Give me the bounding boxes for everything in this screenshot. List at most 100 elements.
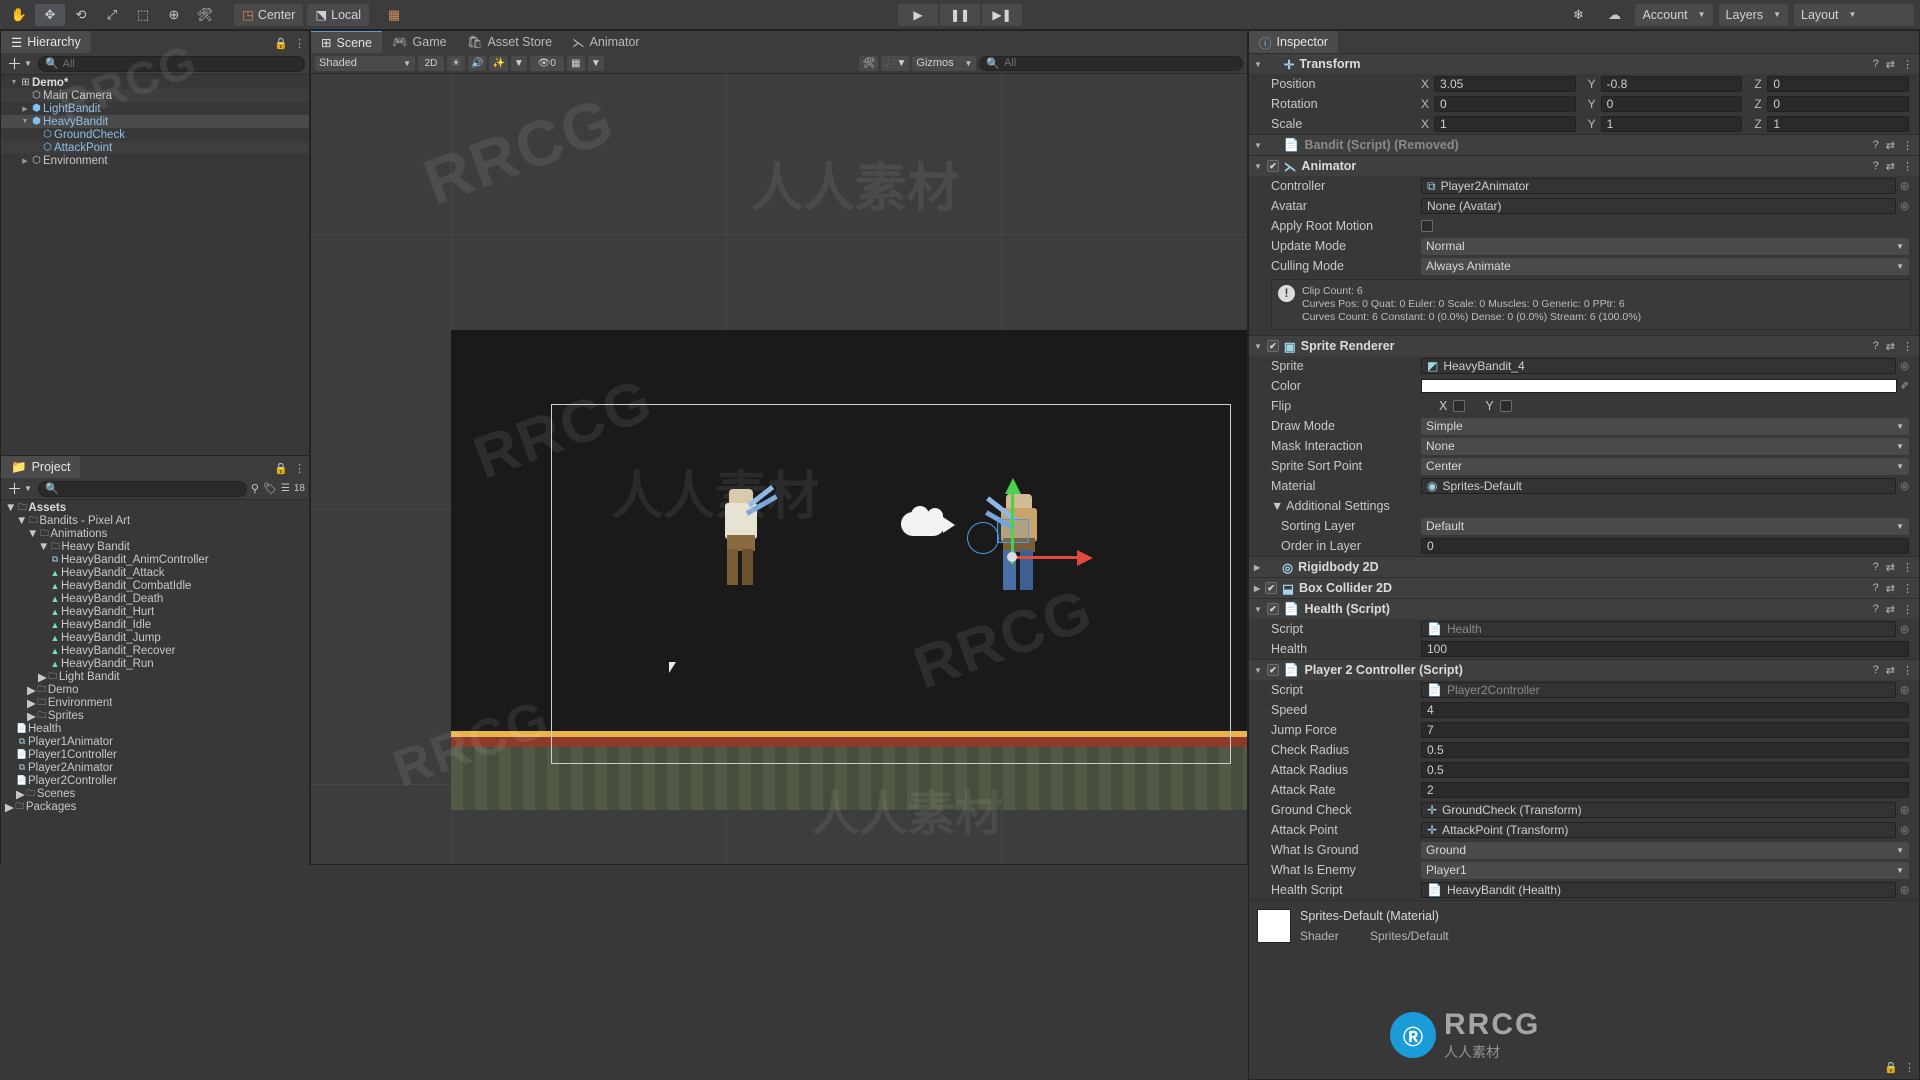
- script-object-field[interactable]: 📄 Player2Controller: [1421, 682, 1897, 698]
- attack-radius-input[interactable]: 0.5: [1421, 762, 1909, 778]
- help-icon[interactable]: ?: [1873, 561, 1879, 574]
- sprite-sort-point-dropdown[interactable]: Center ▼: [1421, 457, 1909, 475]
- component-header[interactable]: ▼ 📄 Bandit (Script) (Removed)? ⇄ ⋮: [1249, 135, 1919, 155]
- scale-y-input[interactable]: 1: [1600, 116, 1743, 132]
- component-header[interactable]: ▶ ◎ Rigidbody 2D? ⇄ ⋮: [1249, 557, 1919, 577]
- hand-tool-icon[interactable]: ✋: [4, 4, 34, 26]
- preset-icon[interactable]: ⇄: [1886, 664, 1895, 677]
- project-item-health[interactable]: 📄 Health: [1, 722, 309, 735]
- hierarchy-item-demo-[interactable]: ▼ ⊞ Demo*: [1, 76, 309, 89]
- hierarchy-search-input[interactable]: 🔍 All: [37, 55, 305, 72]
- lock-icon[interactable]: 🔒: [274, 37, 288, 50]
- foldout-twisty-icon[interactable]: ▶: [1254, 584, 1260, 593]
- component-header[interactable]: ▼ ✛ Transform? ⇄ ⋮: [1249, 54, 1919, 74]
- move-tool-icon[interactable]: ✥: [35, 3, 65, 26]
- object-picker-icon[interactable]: ◎: [1900, 805, 1909, 816]
- preset-icon[interactable]: ⇄: [1886, 139, 1895, 152]
- hierarchy-item-groundcheck[interactable]: ⬡ GroundCheck: [1, 128, 309, 141]
- preset-icon[interactable]: ⇄: [1886, 58, 1895, 71]
- tree-twisty-icon[interactable]: ▶: [20, 157, 30, 165]
- project-item-heavybandit-attack[interactable]: ▲ HeavyBandit_Attack: [1, 566, 309, 579]
- component-header[interactable]: ▼ 📄 Health (Script)? ⇄ ⋮: [1249, 599, 1919, 619]
- scale-z-input[interactable]: 1: [1767, 116, 1910, 132]
- component-header[interactable]: ▼ ⋋ Animator? ⇄ ⋮: [1249, 156, 1919, 176]
- project-item-heavy-bandit[interactable]: ▼ 🗀 Heavy Bandit: [1, 540, 309, 553]
- lighting-icon[interactable]: ☀: [447, 55, 465, 71]
- foldout-twisty-icon[interactable]: ▼: [1254, 162, 1262, 171]
- tree-twisty-icon[interactable]: ▶: [27, 683, 36, 697]
- play-button[interactable]: ▶: [898, 3, 938, 26]
- preset-icon[interactable]: ⇄: [1886, 561, 1895, 574]
- mask-interaction-dropdown[interactable]: None ▼: [1421, 437, 1909, 455]
- fx-dropdown-icon[interactable]: ▼: [510, 55, 527, 71]
- project-item-scenes[interactable]: ▶ 🗀 Scenes: [1, 787, 309, 801]
- component-enabled-checkbox[interactable]: [1266, 160, 1279, 172]
- filter-by-label-icon[interactable]: 🏷: [263, 482, 277, 495]
- audio-icon[interactable]: 🔊: [468, 55, 487, 71]
- culling-mode-dropdown[interactable]: Always Animate ▼: [1421, 257, 1909, 275]
- object-picker-icon[interactable]: ◎: [1900, 885, 1909, 896]
- project-item-player2animator[interactable]: ⧉ Player2Animator: [1, 761, 309, 774]
- kebab-menu-icon[interactable]: ⋮: [1902, 58, 1913, 71]
- hidden-objects-button[interactable]: 👁 0: [529, 55, 564, 71]
- position-z-input[interactable]: 0: [1767, 76, 1910, 92]
- scale-x-input[interactable]: 1: [1434, 116, 1576, 132]
- tab-project[interactable]: 📁 Project: [1, 456, 81, 478]
- hierarchy-item-lightbandit[interactable]: ▶ ⬢ LightBandit: [1, 102, 309, 115]
- component-enabled-checkbox[interactable]: [1265, 582, 1278, 594]
- tree-twisty-icon[interactable]: ▼: [27, 528, 38, 540]
- kebab-menu-icon[interactable]: ⋮: [294, 462, 305, 475]
- kebab-menu-icon[interactable]: ⋮: [1902, 582, 1913, 595]
- project-item-heavybandit-jump[interactable]: ▲ HeavyBandit_Jump: [1, 631, 309, 644]
- tab-hierarchy[interactable]: ☰ Hierarchy: [1, 31, 91, 53]
- tab-animator[interactable]: ⋋ Animator: [562, 31, 650, 53]
- project-item-heavybandit-combatidle[interactable]: ▲ HeavyBandit_CombatIdle: [1, 579, 309, 592]
- help-icon[interactable]: ?: [1873, 58, 1879, 71]
- rotation-z-input[interactable]: 0: [1767, 96, 1910, 112]
- scene-camera-icon[interactable]: 🎥▼: [881, 55, 910, 71]
- flip-x-checkbox[interactable]: [1453, 400, 1466, 412]
- scene-tabbar[interactable]: ⊞ Scene 🎮 Game 🛍 Asset Store ⋋ Animator: [311, 31, 1247, 53]
- script-object-field[interactable]: 📄 Health: [1421, 621, 1897, 637]
- preset-icon[interactable]: ⇄: [1886, 340, 1895, 353]
- foldout-twisty-icon[interactable]: ▼: [1254, 666, 1262, 675]
- project-tree[interactable]: ▼ 🗀 Assets ▼ 🗀 Bandits - Pixel Art ▼ 🗀 Animation…: [1, 500, 309, 865]
- project-item-player1controller[interactable]: 📄 Player1Controller: [1, 748, 309, 761]
- foldout-twisty-icon[interactable]: ▼: [1254, 605, 1262, 614]
- filter-by-type-icon[interactable]: ⚲: [251, 482, 259, 495]
- component-header[interactable]: ▼ 📄 Player 2 Controller (Script)? ⇄ ⋮: [1249, 660, 1919, 680]
- project-item-player2controller[interactable]: 📄 Player2Controller: [1, 774, 309, 787]
- shader-value[interactable]: Sprites/Default: [1370, 929, 1449, 943]
- order-in-layer-input[interactable]: 0: [1421, 538, 1909, 554]
- layout-dropdown[interactable]: Layout ▼: [1794, 3, 1914, 26]
- create-object-button[interactable]: ＋ ▼: [5, 53, 34, 74]
- help-icon[interactable]: ?: [1873, 139, 1879, 152]
- help-icon[interactable]: ?: [1873, 160, 1879, 173]
- tree-twisty-icon[interactable]: ▶: [5, 800, 14, 814]
- kebab-menu-icon[interactable]: ⋮: [1902, 340, 1913, 353]
- attack-rate-input[interactable]: 2: [1421, 782, 1909, 798]
- tree-twisty-icon[interactable]: ▶: [20, 105, 30, 113]
- hierarchy-item-environment[interactable]: ▶ ⬡ Environment: [1, 154, 309, 167]
- custom-tool-icon[interactable]: 🛠: [190, 4, 220, 26]
- speed-input[interactable]: 4: [1421, 702, 1909, 718]
- cloud-services-icon[interactable]: ❄: [1563, 4, 1593, 26]
- tab-asset-store[interactable]: 🛍 Asset Store: [456, 31, 563, 53]
- tree-twisty-icon[interactable]: ▼: [5, 502, 16, 514]
- help-icon[interactable]: ?: [1873, 582, 1879, 595]
- object-picker-icon[interactable]: ◎: [1900, 201, 1909, 212]
- object-picker-icon[interactable]: ◎: [1900, 825, 1909, 836]
- controller-object-field[interactable]: ⧉ Player2Animator: [1421, 178, 1897, 194]
- hierarchy-item-heavybandit[interactable]: ▼ ⬢ HeavyBandit: [1, 115, 309, 128]
- foldout-twisty-icon[interactable]: ▼: [1254, 342, 1262, 351]
- component-enabled-checkbox[interactable]: [1266, 664, 1279, 676]
- pivot-toggle-button[interactable]: ◳ Center: [234, 3, 304, 26]
- fx-icon[interactable]: ✨: [489, 55, 508, 71]
- project-search-input[interactable]: 🔍: [37, 480, 247, 497]
- scene-camera-settings-icon[interactable]: 🛠: [859, 55, 879, 71]
- health-script-object-field[interactable]: 📄 HeavyBandit (Health): [1421, 882, 1897, 898]
- object-picker-icon[interactable]: ◎: [1900, 361, 1909, 372]
- material-object-field[interactable]: ◉ Sprites-Default: [1421, 478, 1897, 494]
- project-item-packages[interactable]: ▶ 🗀 Packages: [1, 800, 309, 814]
- project-item-heavybandit-recover[interactable]: ▲ HeavyBandit_Recover: [1, 644, 309, 657]
